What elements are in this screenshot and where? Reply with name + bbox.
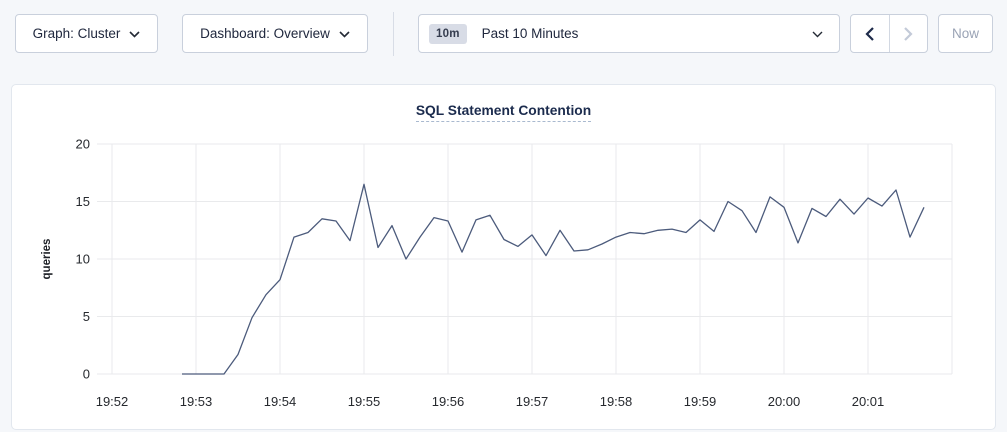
time-pager [850,14,928,53]
chart-panel: SQL Statement Contention 0 5 10 15 20 19:52 19… [11,84,996,430]
dashboard-dropdown[interactable]: Dashboard: Overview [182,14,368,53]
chart-title-row: SQL Statement Contention [12,85,995,121]
graph-dropdown-label: Graph: Cluster [33,26,121,41]
now-button[interactable]: Now [938,14,993,53]
svg-text:queries: queries [41,239,53,280]
dashboard-dropdown-label: Dashboard: Overview [200,26,330,41]
svg-text:20: 20 [76,137,90,152]
svg-text:20:01: 20:01 [852,394,885,409]
svg-text:19:52: 19:52 [96,394,129,409]
svg-text:0: 0 [83,367,90,382]
svg-text:19:54: 19:54 [264,394,297,409]
time-range-selector[interactable]: 10m Past 10 Minutes [418,14,840,53]
time-range-badge: 10m [429,24,467,44]
chevron-down-icon [129,31,140,38]
chevron-down-icon [339,31,350,38]
svg-text:19:53: 19:53 [180,394,213,409]
svg-text:10: 10 [76,252,90,267]
svg-text:19:58: 19:58 [600,394,633,409]
time-prev-button[interactable] [851,15,890,52]
chevron-down-icon [812,31,823,38]
svg-text:15: 15 [76,194,90,209]
svg-text:20:00: 20:00 [768,394,801,409]
svg-text:19:57: 19:57 [516,394,549,409]
svg-text:5: 5 [83,309,90,324]
svg-text:19:56: 19:56 [432,394,465,409]
graph-dropdown[interactable]: Graph: Cluster [15,14,158,53]
time-next-button[interactable] [890,15,928,52]
chevron-left-icon [865,27,874,41]
chart-title[interactable]: SQL Statement Contention [416,103,591,122]
toolbar: Graph: Cluster Dashboard: Overview 10m P… [15,14,995,53]
time-range-label: Past 10 Minutes [482,26,579,41]
toolbar-divider [393,12,394,56]
contention-chart[interactable]: 0 5 10 15 20 19:52 19:53 19:54 19:55 19:56 19:57 19… [12,124,998,419]
svg-text:19:55: 19:55 [348,394,381,409]
chevron-right-icon [904,27,913,41]
svg-text:19:59: 19:59 [684,394,717,409]
